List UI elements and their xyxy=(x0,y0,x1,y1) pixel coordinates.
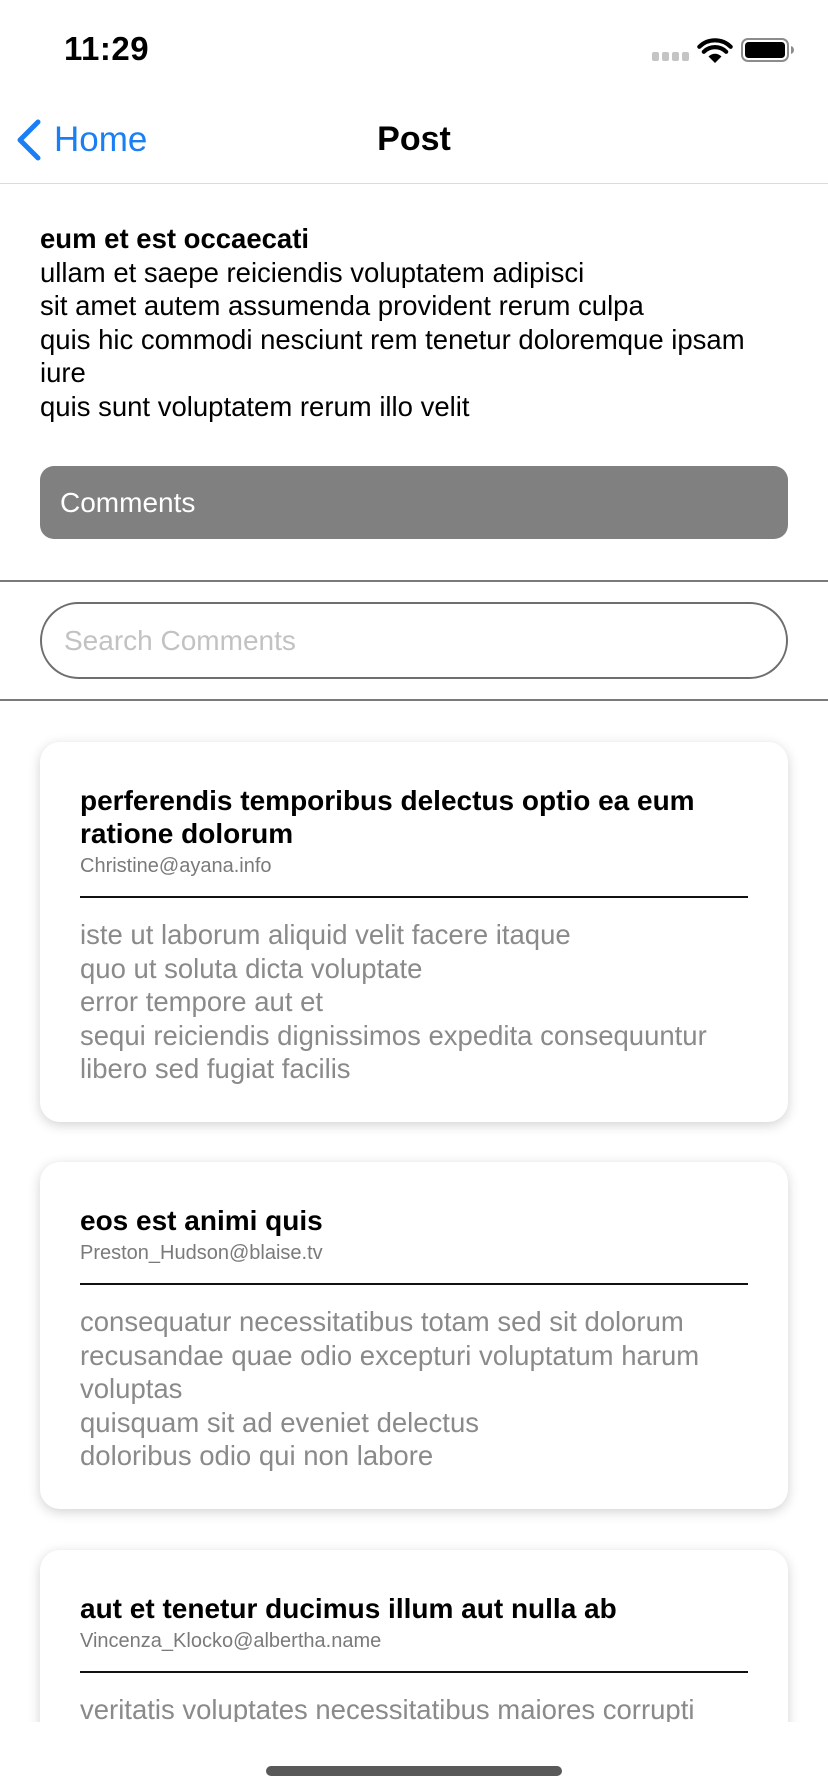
comment-email: Preston_Hudson@blaise.tv xyxy=(80,1242,323,1264)
status-time: 11:29 xyxy=(64,30,150,67)
comment-divider xyxy=(80,896,748,898)
comment-title: eos est animi quis xyxy=(80,1205,323,1236)
cellular-signal-icon xyxy=(652,52,692,62)
page-title: Post xyxy=(377,120,451,158)
wifi-icon xyxy=(697,38,733,63)
comment-title: aut et tenetur ducimus illum aut nulla a… xyxy=(80,1593,617,1624)
comment-divider xyxy=(80,1283,748,1285)
navigation-bar: Home Post xyxy=(0,96,828,184)
comment-body: iste ut laborum aliquid velit facere ita… xyxy=(80,919,707,1084)
comment-body: veritatis voluptates necessitatibus maio… xyxy=(80,1694,695,1722)
search-comments-input[interactable] xyxy=(40,602,788,679)
comments-list[interactable]: perferendis temporibus delectus optio ea… xyxy=(0,700,828,1722)
comment-card[interactable]: eos est animi quis Preston_Hudson@blaise… xyxy=(40,1162,788,1509)
post-title: eum et est occaecati xyxy=(40,223,310,254)
comment-card[interactable]: aut et tenetur ducimus illum aut nulla a… xyxy=(40,1550,788,1722)
divider xyxy=(0,580,828,582)
post-body: ullam et saepe reiciendis voluptatem adi… xyxy=(40,256,745,422)
post-content: eum et est occaecati ullam et saepe reic… xyxy=(40,222,780,423)
home-indicator[interactable] xyxy=(266,1766,562,1776)
comment-title: perferendis temporibus delectus optio ea… xyxy=(80,785,695,849)
comment-email: Vincenza_Klocko@albertha.name xyxy=(80,1630,382,1652)
status-bar: 11:29 xyxy=(0,0,828,96)
comment-divider xyxy=(80,1671,748,1673)
comment-body: consequatur necessitatibus totam sed sit… xyxy=(80,1306,700,1471)
comment-card[interactable]: perferendis temporibus delectus optio ea… xyxy=(40,742,788,1122)
battery-icon xyxy=(741,38,794,62)
comments-button[interactable]: Comments xyxy=(40,466,788,539)
comment-email: Christine@ayana.info xyxy=(80,855,272,877)
